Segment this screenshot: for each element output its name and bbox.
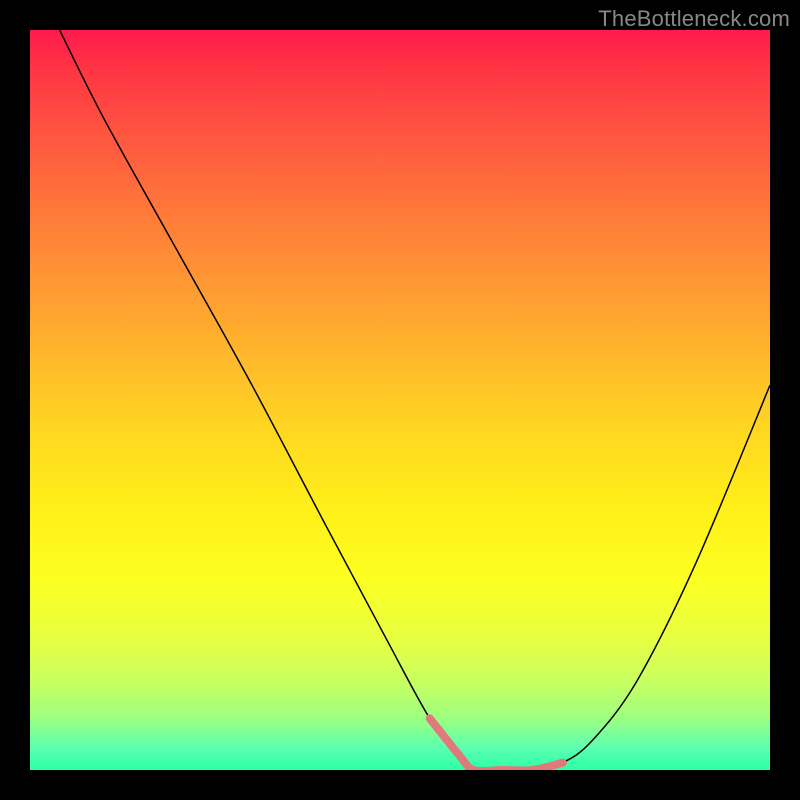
optimal-band-marker-line	[430, 718, 563, 770]
attribution-text: TheBottleneck.com	[598, 6, 790, 32]
bottleneck-curve-line	[60, 30, 770, 770]
chart-plot-area	[30, 30, 770, 770]
chart-svg	[30, 30, 770, 770]
